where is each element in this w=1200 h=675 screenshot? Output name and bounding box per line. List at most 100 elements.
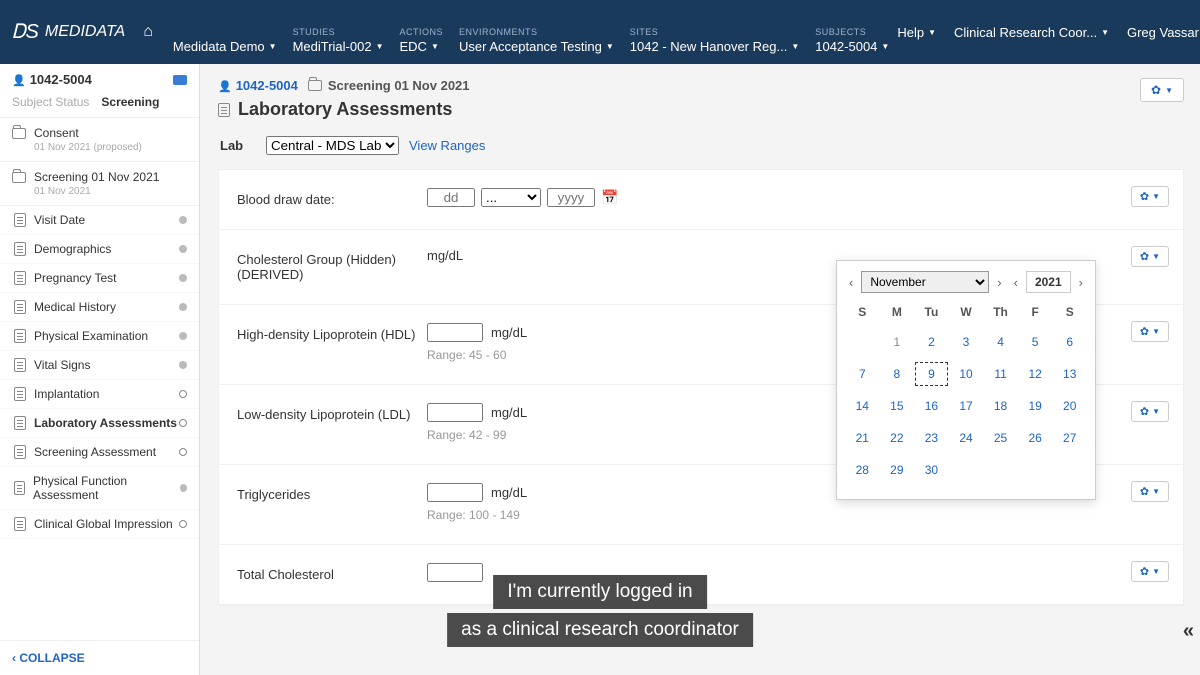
cal-day[interactable]: 11 — [983, 361, 1018, 387]
cal-day[interactable]: 30 — [914, 457, 949, 483]
row-gear-button[interactable]: ✿▼ — [1131, 186, 1169, 207]
cal-day[interactable]: 20 — [1052, 393, 1087, 419]
doc-icon — [14, 329, 26, 343]
nav-subjects[interactable]: SUBJECTS 1042-5004▼ — [815, 27, 889, 64]
doc-icon — [14, 358, 26, 372]
cal-day[interactable]: 26 — [1018, 425, 1053, 451]
cal-month-select[interactable]: November — [861, 271, 989, 293]
sidebar-subject: 1042-5004 — [12, 72, 92, 87]
cal-day[interactable]: 7 — [845, 361, 880, 387]
sidebar-item[interactable]: Pregnancy Test — [0, 264, 199, 293]
collapse-button[interactable]: ‹ COLLAPSE — [0, 640, 199, 675]
cal-day[interactable]: 21 — [845, 425, 880, 451]
cal-day[interactable]: 13 — [1052, 361, 1087, 387]
cal-day[interactable]: 22 — [880, 425, 915, 451]
top-nav: ᎠS MEDIDATA ⌂ Medidata Demo▼ STUDIES Med… — [0, 0, 1200, 64]
breadcrumb: 1042-5004 Screening 01 Nov 2021 — [218, 78, 1184, 93]
cal-day[interactable]: 27 — [1052, 425, 1087, 451]
folder-icon — [308, 80, 322, 91]
cal-day[interactable]: 28 — [845, 457, 880, 483]
cal-day[interactable]: 19 — [1018, 393, 1053, 419]
nav-user[interactable]: Greg Vassar (Admin)▼ — [1127, 25, 1200, 40]
home-icon[interactable]: ⌂ — [143, 23, 153, 41]
brand-text: MEDIDATA — [45, 23, 125, 41]
video-caption: I'm currently logged in as a clinical re… — [447, 573, 753, 649]
nav-demo[interactable]: Medidata Demo▼ — [173, 39, 277, 64]
lab-select[interactable]: Central - MDS Lab — [266, 136, 399, 155]
cal-day[interactable]: 12 — [1018, 361, 1053, 387]
sidebar-item[interactable]: Clinical Global Impression — [0, 510, 199, 539]
nav-help[interactable]: Help▼ — [897, 25, 936, 40]
tab-screening[interactable]: Screening — [101, 95, 159, 109]
cal-next-month[interactable]: › — [993, 273, 1005, 292]
nav-studies[interactable]: STUDIES MediTrial-002▼ — [293, 27, 384, 64]
row-gear-button[interactable]: ✿▼ — [1131, 561, 1169, 582]
row-gear-button[interactable]: ✿▼ — [1131, 401, 1169, 422]
value-input[interactable] — [427, 483, 483, 502]
field-label: Cholesterol Group (Hidden) (DERIVED) — [237, 248, 427, 282]
nav-role[interactable]: Clinical Research Coor...▼ — [954, 25, 1109, 40]
row-gear-button[interactable]: ✿▼ — [1131, 321, 1169, 342]
nav-sites[interactable]: SITES 1042 - New Hanover Reg...▼ — [630, 27, 799, 64]
value-input[interactable] — [427, 323, 483, 342]
cal-next-year[interactable]: › — [1075, 273, 1087, 292]
blood-draw-label: Blood draw date: — [237, 188, 427, 207]
cal-day[interactable]: 25 — [983, 425, 1018, 451]
cal-prev-month[interactable]: ‹ — [845, 273, 857, 292]
cal-day[interactable]: 8 — [880, 361, 915, 387]
date-mm-select[interactable]: ... — [481, 188, 541, 207]
cal-day[interactable]: 29 — [880, 457, 915, 483]
cal-day[interactable]: 3 — [949, 329, 984, 355]
page-gear-button[interactable]: ✿▼ — [1140, 78, 1184, 102]
folder-open-icon — [12, 172, 26, 183]
field-label: High-density Lipoprotein (HDL) — [237, 323, 427, 342]
cal-prev-year[interactable]: ‹ — [1010, 273, 1022, 292]
sidebar-item[interactable]: Visit Date — [0, 206, 199, 235]
cal-day[interactable]: 4 — [983, 329, 1018, 355]
cal-day[interactable]: 1 — [880, 329, 915, 355]
sidebar-item[interactable]: Demographics — [0, 235, 199, 264]
row-gear-button[interactable]: ✿▼ — [1131, 481, 1169, 502]
date-yyyy-input[interactable] — [547, 188, 595, 207]
cal-day[interactable]: 2 — [914, 329, 949, 355]
cal-day[interactable]: 23 — [914, 425, 949, 451]
cal-day[interactable]: 5 — [1018, 329, 1053, 355]
sidebar-item[interactable]: Medical History — [0, 293, 199, 322]
cal-day[interactable]: 16 — [914, 393, 949, 419]
sidebar-consent[interactable]: Consent — [12, 126, 187, 140]
value-input[interactable] — [427, 403, 483, 422]
sidebar-item[interactable]: Physical Examination — [0, 322, 199, 351]
sidebar-item[interactable]: Screening Assessment — [0, 438, 199, 467]
cal-day[interactable]: 14 — [845, 393, 880, 419]
cal-day[interactable]: 17 — [949, 393, 984, 419]
cal-day[interactable]: 24 — [949, 425, 984, 451]
row-gear-button[interactable]: ✿▼ — [1131, 246, 1169, 267]
status-dot — [179, 216, 187, 224]
sidebar-item[interactable]: Laboratory Assessments — [0, 409, 199, 438]
sidebar-item[interactable]: Physical Function Assessment — [0, 467, 199, 510]
cal-day[interactable]: 18 — [983, 393, 1018, 419]
sidebar-item[interactable]: Vital Signs — [0, 351, 199, 380]
cal-day[interactable]: 15 — [880, 393, 915, 419]
field-label: Low-density Lipoprotein (LDL) — [237, 403, 427, 422]
cal-day[interactable]: 10 — [949, 361, 984, 387]
collapse-panel-icon[interactable]: « — [1183, 620, 1194, 643]
doc-icon — [14, 517, 26, 531]
doc-icon — [14, 213, 26, 227]
sidebar-screening-folder[interactable]: Screening 01 Nov 2021 — [12, 170, 187, 184]
doc-icon — [14, 271, 26, 285]
nav-actions[interactable]: ACTIONS EDC▼ — [400, 27, 444, 64]
sidebar-item[interactable]: Implantation — [0, 380, 199, 409]
view-ranges-link[interactable]: View Ranges — [409, 138, 485, 153]
cal-day[interactable]: 6 — [1052, 329, 1087, 355]
status-dot — [179, 419, 187, 427]
lab-label: Lab — [220, 138, 260, 153]
calendar-icon[interactable]: 📅 — [601, 189, 618, 206]
date-dd-input[interactable] — [427, 188, 475, 207]
tab-subject-status[interactable]: Subject Status — [12, 95, 89, 109]
crumb-subject[interactable]: 1042-5004 — [218, 78, 298, 93]
cal-day[interactable]: 9 — [914, 361, 949, 387]
crumb-folder[interactable]: Screening 01 Nov 2021 — [308, 78, 470, 93]
nav-environments[interactable]: ENVIRONMENTS User Acceptance Testing▼ — [459, 27, 614, 64]
cal-dow: Tu — [914, 301, 949, 323]
